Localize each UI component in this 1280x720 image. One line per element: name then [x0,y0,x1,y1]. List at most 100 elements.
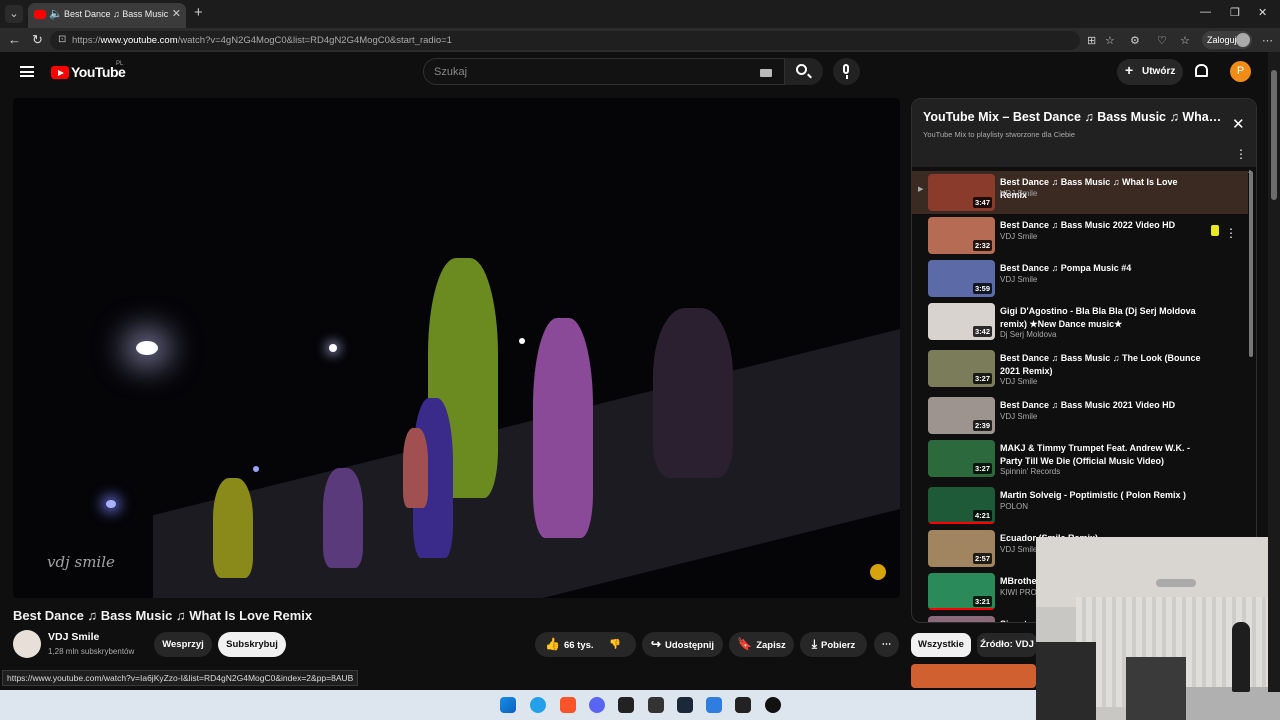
close-icon[interactable]: ✕ [1232,115,1245,133]
download-icon: ⤓ [811,637,817,651]
duration-badge: 3:21 [972,596,992,607]
support-button[interactable]: Wesprzyj [154,632,212,657]
playlist-thumbnail[interactable] [928,616,995,622]
search-button[interactable] [785,58,823,85]
hamburger-menu-icon[interactable] [20,66,34,77]
playlist-thumbnail[interactable]: 3:27 [928,440,995,477]
browser-menu-icon[interactable]: ⋯ [1262,34,1273,47]
playlist-thumbnail[interactable]: 3:59 [928,260,995,297]
browser-essentials-icon[interactable]: ♡ [1157,34,1167,47]
maximize-icon[interactable]: ❐ [1230,6,1240,19]
video-stage-scene [153,320,900,598]
channel-avatar[interactable] [13,630,41,658]
tab-actions-chevron-icon[interactable]: ⌄ [5,5,23,23]
duration-badge: 3:59 [972,283,992,294]
playlist-item[interactable]: 2:39 Best Dance ♫ Bass Music 2021 Video H… [912,394,1248,437]
site-info-icon[interactable]: ⊡ [58,34,66,45]
download-button[interactable]: ⤓ Pobierz [800,632,867,657]
voice-search-button[interactable] [833,58,860,85]
close-tab-icon[interactable]: ✕ [172,7,181,20]
search-input[interactable]: Szukaj [423,58,785,85]
playlist-item-channel: VDJ Smile [1000,545,1038,554]
furniture [1036,642,1096,720]
browser-tab-bar: ⌄ 🔈 Best Dance ♫ Bass Music ♫ What Is Lo… [0,0,1280,28]
app-icon[interactable] [706,697,722,713]
playlist-item-title: Best Dance ♫ Bass Music ♫ The Look (Boun… [1000,353,1201,376]
bookmark-icon: 🔖 [737,637,753,651]
windows-start-icon[interactable] [500,697,516,713]
more-actions-button[interactable]: ⋯ [874,632,899,657]
browser-tab-active[interactable]: 🔈 Best Dance ♫ Bass Music ♫ What Is Love… [28,3,186,28]
like-count[interactable]: 66 tys. [564,640,594,651]
brave-browser-icon[interactable] [560,697,576,713]
playlist-thumbnail[interactable]: 3:21 [928,573,995,610]
app-icon[interactable] [618,697,634,713]
youtube-header: YouTube PL Szukaj + Utwórz P [0,52,1268,92]
playlist-scrollbar[interactable] [1249,171,1253,357]
playlist-item-channel: VDJ Smile [1000,232,1038,241]
back-arrow-icon[interactable]: ← [8,32,21,47]
app-icon[interactable] [735,697,751,713]
url-bar[interactable]: ⊡ https://www.youtube.com/watch?v=4gN2G4… [50,31,1080,50]
favorite-star-icon[interactable]: ☆ [1105,34,1115,47]
dancer-figure [533,318,593,538]
favorites-icon[interactable]: ☆ [1180,34,1190,47]
create-label: Utwórz [1142,66,1176,77]
reader-mode-icon[interactable]: ⊞ [1087,34,1096,47]
playlist-thumbnail[interactable]: 2:57 [928,530,995,567]
tab-title: Best Dance ♫ Bass Music ♫ What Is Love R… [64,9,172,19]
playlist-item[interactable]: 2:32 Best Dance ♫ Bass Music 2022 Video H… [912,214,1248,257]
thumbs-down-icon[interactable]: 👎 [609,632,621,657]
playlist-item[interactable]: 4:21 Martin Solveig - Poptimistic ( Polon… [912,484,1248,527]
epic-games-icon[interactable] [648,697,664,713]
item-more-icon[interactable]: ⋮ [1225,226,1237,240]
steam-icon[interactable] [677,697,693,713]
page-scroll-thumb[interactable] [1271,70,1277,200]
discord-icon[interactable] [589,697,605,713]
playlist-thumbnail[interactable]: 2:32 [928,217,995,254]
duration-badge: 2:32 [972,240,992,251]
notifications-bell-icon[interactable] [1195,64,1208,77]
recommendation-thumbnail[interactable] [911,664,1036,688]
playlist-thumbnail[interactable]: 3:27 [928,350,995,387]
duration-badge: 3:27 [972,463,992,474]
chip-source[interactable]: Źródło: VDJ [977,633,1037,657]
playlist-item[interactable]: 3:42 Gigi D'Agostino - Bla Bla Bla (Dj Se… [912,300,1248,343]
ceiling-lamp [1156,579,1196,587]
playlist-more-icon[interactable]: ⋮ [1235,147,1247,161]
edge-browser-icon[interactable] [530,697,546,713]
refresh-icon[interactable]: ↻ [32,32,43,48]
playlist-item[interactable]: 3:27 Best Dance ♫ Bass Music ♫ The Look (… [912,347,1248,390]
keyboard-icon[interactable] [760,69,772,77]
page-scrollbar[interactable] [1268,52,1280,692]
window-close-icon[interactable]: ✕ [1258,6,1267,19]
playlist-title[interactable]: YouTube Mix – Best Dance ♫ Bass Music ♫ … [923,110,1223,124]
account-avatar[interactable]: P [1230,61,1251,82]
webcam-overlay [1036,537,1280,720]
youtube-logo-icon[interactable] [51,66,69,79]
playlist-item[interactable]: 3:27 MAKJ & Timmy Trumpet Feat. Andrew W.… [912,437,1248,480]
minimize-icon[interactable]: — [1200,6,1211,18]
save-button[interactable]: 🔖 Zapisz [729,632,794,657]
dancer-figure [403,428,428,508]
obs-icon[interactable] [765,697,781,713]
create-button[interactable]: + Utwórz [1117,59,1183,85]
playlist-item[interactable]: 3:59 Best Dance ♫ Pompa Music #4 VDJ Smile [912,257,1248,300]
video-player[interactable]: vdj smile [13,98,900,598]
playlist-thumbnail[interactable]: 3:47 [928,174,995,211]
new-tab-icon[interactable]: + [194,4,203,21]
extensions-icon[interactable]: ⚙ [1130,34,1140,47]
login-button[interactable]: Zaloguj [1202,31,1252,49]
thumbs-up-icon[interactable]: 👍 [545,637,560,651]
subscribe-button[interactable]: Subskrybuj [218,632,286,657]
playlist-thumbnail[interactable]: 4:21 [928,487,995,524]
playlist-item[interactable]: ▶ 3:47 Best Dance ♫ Bass Music ♫ What Is L… [912,171,1248,214]
chip-all[interactable]: Wszystkie [911,633,971,657]
playlist-thumbnail[interactable]: 3:42 [928,303,995,340]
watched-progress-bar [928,608,995,610]
speaker-icon[interactable]: 🔈 [49,7,63,20]
share-button[interactable]: ↪ Udostępnij [642,632,723,657]
playlist-thumbnail[interactable]: 2:39 [928,397,995,434]
channel-name[interactable]: VDJ Smile [48,631,99,643]
duration-badge: 3:42 [972,326,992,337]
